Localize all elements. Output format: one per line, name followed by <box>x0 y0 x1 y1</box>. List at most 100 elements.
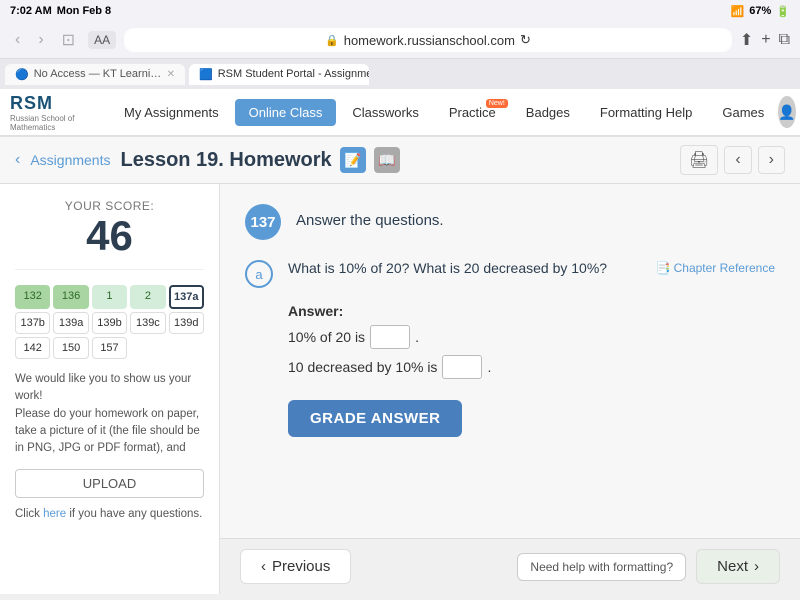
back-nav-button[interactable]: ‹ <box>10 29 25 51</box>
problem-cell-136[interactable]: 136 <box>53 285 88 309</box>
upload-button[interactable]: UPLOAD <box>15 469 204 498</box>
site-nav-items: My Assignments Online Class Classworks P… <box>110 99 778 126</box>
tab-2[interactable]: 🟦 RSM Student Portal - Assignment New! ✕ <box>189 64 369 85</box>
score-section: YOUR SCORE: 46 <box>15 199 204 270</box>
next-label: Next <box>717 558 748 575</box>
problem-grid: 132 136 1 2 137a 137b 139a 139b 139c 139… <box>15 285 204 359</box>
book-icon: 📖 <box>374 147 400 173</box>
logo-text: RSM <box>10 93 53 114</box>
problem-cell-2[interactable]: 2 <box>130 285 165 309</box>
nav-badges[interactable]: Badges <box>512 99 584 126</box>
answer-row-label: Answer: <box>288 303 775 319</box>
breadcrumb: Assignments <box>30 152 110 168</box>
formatting-help-button[interactable]: Need help with formatting? <box>517 553 686 581</box>
here-link[interactable]: here <box>43 508 66 520</box>
problem-cell-142[interactable]: 142 <box>15 337 50 359</box>
tab-1-favicon: 🔵 <box>15 68 29 81</box>
tab-1[interactable]: 🔵 No Access — KT Learning | Khan's Tutor… <box>5 64 185 85</box>
battery-icon: 🔋 <box>776 5 790 18</box>
day: Mon Feb 8 <box>57 5 111 17</box>
forward-nav-button[interactable]: › <box>33 29 48 51</box>
bottom-nav: ‹ Previous Need help with formatting? Ne… <box>220 538 800 594</box>
url-text: homework.russianschool.com <box>344 33 515 48</box>
practice-new-badge: New! <box>486 99 508 108</box>
question-area: 137 Answer the questions. a What is 10% … <box>220 184 800 538</box>
status-bar: 7:02 AM Mon Feb 8 📶 67% 🔋 <box>0 0 800 22</box>
instructions-text: We would like you to show us your work! … <box>15 371 204 457</box>
answer-2-input[interactable] <box>442 355 482 379</box>
score-value: 46 <box>15 213 204 259</box>
left-sidebar: YOUR SCORE: 46 132 136 1 2 137a 137b 139… <box>0 184 220 594</box>
part-row-a: a What is 10% of 20? What is 20 decrease… <box>245 260 775 288</box>
click-note: Click here if you have any questions. <box>15 508 204 520</box>
problem-cell-137b[interactable]: 137b <box>15 312 50 334</box>
next-arrow-icon: › <box>754 558 759 575</box>
problem-cell-150[interactable]: 150 <box>53 337 88 359</box>
refresh-icon[interactable]: ↻ <box>520 32 531 48</box>
nav-my-assignments[interactable]: My Assignments <box>110 99 233 126</box>
question-header: 137 Answer the questions. <box>245 204 775 240</box>
tab-1-label: No Access — KT Learning | Khan's Tutoria… <box>34 68 162 80</box>
chapter-reference-button[interactable]: 📑 Chapter Reference <box>656 261 775 275</box>
answer-label: Answer: <box>288 303 343 319</box>
main-content: YOUR SCORE: 46 132 136 1 2 137a 137b 139… <box>0 184 800 594</box>
right-content: 137 Answer the questions. a What is 10% … <box>220 184 800 594</box>
print-button[interactable]: 🖨 <box>680 145 718 175</box>
next-page-button[interactable]: › <box>758 146 785 174</box>
question-number: 137 <box>245 204 281 240</box>
reader-aa-button[interactable]: AA <box>88 31 116 49</box>
prev-page-button[interactable]: ‹ <box>724 146 751 174</box>
problem-cell-137a[interactable]: 137a <box>169 285 204 309</box>
answer-2-suffix: . <box>487 359 491 375</box>
lock-icon: 🔒 <box>325 34 339 47</box>
prev-arrow-icon: ‹ <box>261 558 266 575</box>
grade-answer-button[interactable]: GRADE ANSWER <box>288 400 462 437</box>
answer-2-prefix: 10 decreased by 10% is <box>288 359 437 375</box>
nav-online-class[interactable]: Online Class <box>235 99 337 126</box>
nav-games[interactable]: Games <box>708 99 778 126</box>
homework-icon: 📝 <box>340 147 366 173</box>
browser-chrome: ‹ › ⊡ AA 🔒 homework.russianschool.com ↻ … <box>0 22 800 59</box>
nav-practice[interactable]: Practice New! <box>435 99 510 126</box>
tab-1-close[interactable]: ✕ <box>167 69 175 80</box>
answer-row-1: 10% of 20 is . <box>288 325 775 349</box>
question-instruction: Answer the questions. <box>296 204 444 229</box>
problem-cell-139d[interactable]: 139d <box>169 312 204 334</box>
logo-area: RSM Russian School of Mathematics <box>10 93 90 132</box>
chapter-ref-icon: 📑 <box>656 261 671 275</box>
nav-formatting-help[interactable]: Formatting Help <box>586 99 706 126</box>
reader-view-button[interactable]: ⊡ <box>57 28 80 52</box>
problem-cell-139b[interactable]: 139b <box>92 312 127 334</box>
previous-button[interactable]: ‹ Previous <box>240 549 351 584</box>
answer-1-input[interactable] <box>370 325 410 349</box>
wifi-icon: 📶 <box>731 5 745 18</box>
breadcrumb-back-button[interactable]: ‹ <box>15 151 20 169</box>
tab-2-favicon: 🟦 <box>199 68 213 81</box>
problem-cell-157[interactable]: 157 <box>92 337 127 359</box>
battery: 67% <box>749 5 771 17</box>
url-bar[interactable]: 🔒 homework.russianschool.com ↻ <box>124 28 732 52</box>
part-text: What is 10% of 20? What is 20 decreased … <box>288 260 775 276</box>
nav-classworks[interactable]: Classworks <box>338 99 432 126</box>
part-question-text: What is 10% of 20? What is 20 decreased … <box>288 260 607 276</box>
next-button[interactable]: Next › <box>696 549 780 584</box>
answer-1-prefix: 10% of 20 is <box>288 329 365 345</box>
score-label: YOUR SCORE: <box>15 199 204 213</box>
add-tab-button[interactable]: + <box>761 30 770 50</box>
page-title: Lesson 19. Homework 📝 📖 <box>120 147 670 173</box>
problem-cell-132[interactable]: 132 <box>15 285 50 309</box>
page-header: ‹ Assignments Lesson 19. Homework 📝 📖 🖨 … <box>0 137 800 184</box>
answer-section: Answer: 10% of 20 is . 10 decreased by 1… <box>245 303 775 379</box>
tabs-button[interactable]: ⧉ <box>779 30 790 50</box>
site-nav: RSM Russian School of Mathematics My Ass… <box>0 89 800 137</box>
problem-cell-139c[interactable]: 139c <box>130 312 165 334</box>
problem-cell-139a[interactable]: 139a <box>53 312 88 334</box>
problem-cell-1[interactable]: 1 <box>92 285 127 309</box>
answer-1-suffix: . <box>415 329 419 345</box>
share-button[interactable]: ⬆ <box>740 30 753 50</box>
tab-bar: 🔵 No Access — KT Learning | Khan's Tutor… <box>0 59 800 89</box>
logo-sub: Russian School of Mathematics <box>10 114 90 132</box>
time: 7:02 AM <box>10 5 52 17</box>
user-avatar[interactable]: 👤 <box>778 96 795 128</box>
answer-row-2: 10 decreased by 10% is . <box>288 355 775 379</box>
